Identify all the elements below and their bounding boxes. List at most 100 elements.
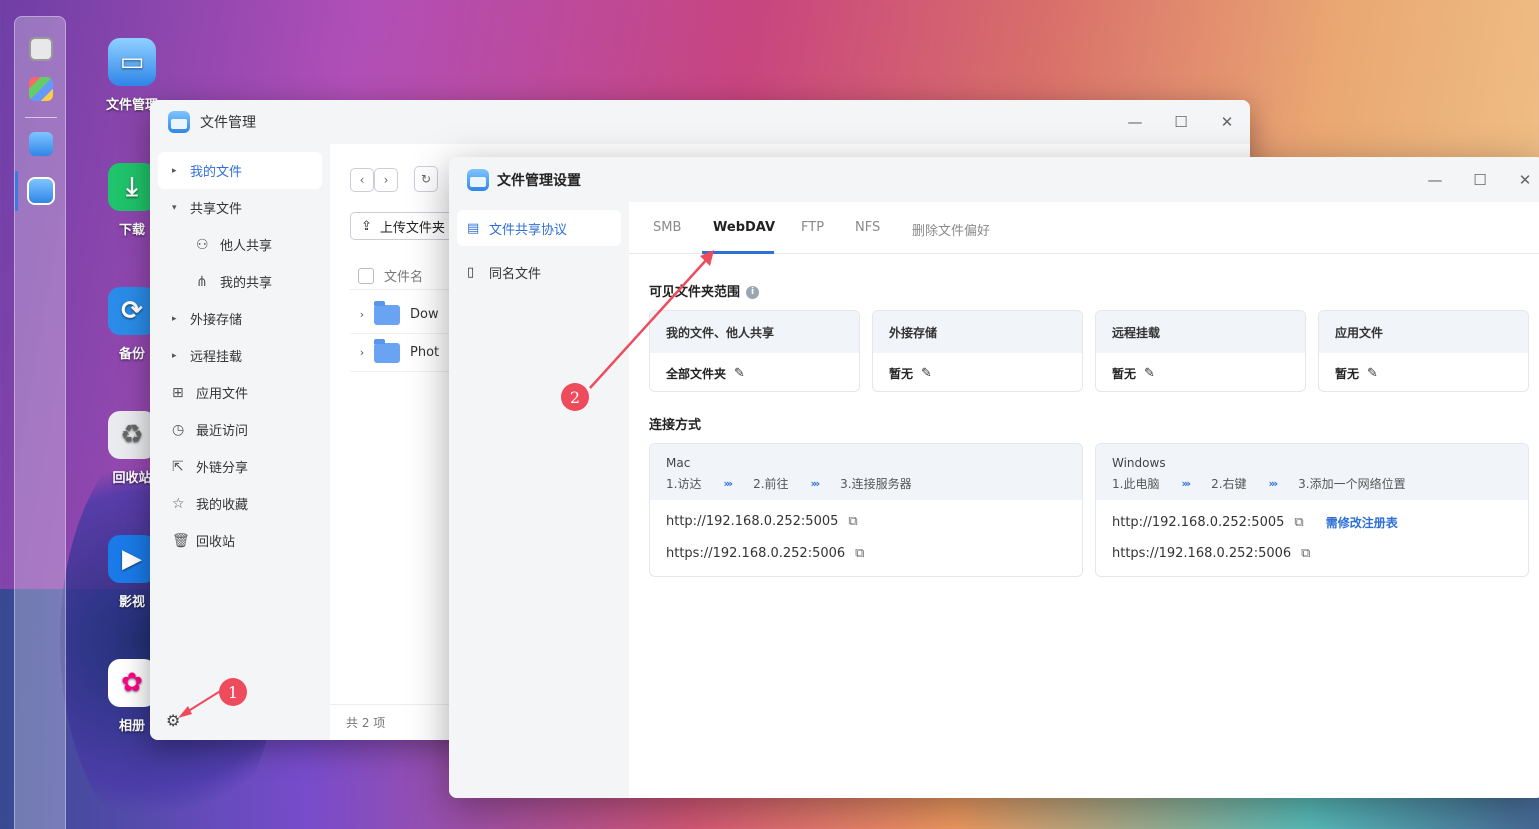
sidebar-item-shared-by-others[interactable]: ⚇ 他人共享 xyxy=(158,226,322,263)
close-button[interactable]: ✕ xyxy=(1204,100,1250,144)
caret-down-icon: ▾ xyxy=(172,202,177,213)
windows-https-url-row: https://192.168.0.252:5006 ⧉ xyxy=(1112,546,1310,561)
dock-separator xyxy=(25,117,57,118)
section-label: 可见文件夹范围 xyxy=(649,285,741,300)
edit-icon[interactable]: ✎ xyxy=(1144,366,1155,381)
chevrons-icon: ››› xyxy=(810,477,821,490)
forward-button[interactable]: › xyxy=(374,168,398,192)
sidebar-item-my-files[interactable]: ▸ 我的文件 xyxy=(158,152,322,189)
windows-connection-header: Windows 1.此电脑 ››› 2.右键 ››› 3.添加一个网络位置 xyxy=(1096,444,1528,500)
scope-card-app-files: 应用文件 暂无 ✎ xyxy=(1318,310,1529,392)
caret-right-icon: ▸ xyxy=(172,313,177,324)
upload-label: 上传文件夹 xyxy=(379,220,445,236)
document-icon: ▤ xyxy=(467,220,480,236)
edit-icon[interactable]: ✎ xyxy=(734,366,745,381)
windows-steps: 1.此电脑 ››› 2.右键 ››› 3.添加一个网络位置 xyxy=(1112,475,1512,492)
edit-icon[interactable]: ✎ xyxy=(1367,366,1378,381)
sidebar-item-recent[interactable]: ◷ 最近访问 xyxy=(158,411,322,448)
scope-card-value-row: 暂无 ✎ xyxy=(1096,353,1305,391)
grid-icon: ⊞ xyxy=(172,384,184,401)
tab-delete-preference[interactable]: 删除文件偏好 xyxy=(912,220,990,239)
select-all-checkbox[interactable] xyxy=(358,267,374,284)
copy-icon[interactable]: ⧉ xyxy=(848,514,857,529)
tab-webdav[interactable]: WebDAV xyxy=(713,220,775,235)
sidebar-item-label: 应用文件 xyxy=(196,387,249,402)
scope-card-header: 我的文件、他人共享 xyxy=(650,311,859,353)
file-name: Dow xyxy=(410,307,439,322)
file-settings-dock-icon[interactable] xyxy=(29,179,53,203)
file-manager-app-icon xyxy=(168,111,190,133)
url-text: http://192.168.0.252:5005 xyxy=(1112,515,1285,530)
app-grid-icon[interactable] xyxy=(29,77,53,101)
sidebar-item-my-shares[interactable]: ⋔ 我的共享 xyxy=(158,263,322,300)
refresh-button[interactable]: ↻ xyxy=(414,166,438,192)
sidebar-item-label: 外接存储 xyxy=(190,313,243,328)
settings-titlebar[interactable]: 文件管理设置 — ☐ ✕ xyxy=(449,157,1539,202)
os-name: Mac xyxy=(666,456,691,470)
close-button[interactable]: ✕ xyxy=(1502,157,1539,202)
url-text: http://192.168.0.252:5005 xyxy=(666,514,839,529)
chevrons-icon: ››› xyxy=(1268,477,1279,490)
trash-icon: 🗑 xyxy=(172,532,190,549)
mac-steps: 1.访达 ››› 2.前往 ››› 3.连接服务器 xyxy=(666,475,1066,492)
sidebar-item-app-files[interactable]: ⊞ 应用文件 xyxy=(158,374,322,411)
settings-gear-icon[interactable]: ⚙ xyxy=(166,711,180,730)
url-text: https://192.168.0.252:5006 xyxy=(1112,546,1292,561)
os-name: Windows xyxy=(1112,456,1166,470)
tab-smb[interactable]: SMB xyxy=(653,220,681,235)
tab-nfs[interactable]: NFS xyxy=(855,220,880,235)
sidebar-item-remote[interactable]: ▸ 远程挂载 xyxy=(158,337,322,374)
visible-scope-title: 可见文件夹范围 i xyxy=(649,281,760,300)
dock xyxy=(14,16,66,829)
share-icon: ⋔ xyxy=(196,273,208,290)
info-icon[interactable]: i xyxy=(746,286,760,299)
sidebar-item-label: 最近访问 xyxy=(196,424,249,439)
dock-active-indicator xyxy=(15,171,18,211)
minimize-button[interactable]: — xyxy=(1112,100,1158,144)
step-label: 3.连接服务器 xyxy=(840,477,912,491)
settings-main: SMB WebDAV FTP NFS 删除文件偏好 可见文件夹范围 i 我的文件、… xyxy=(629,202,1539,798)
step-label: 2.右键 xyxy=(1211,477,1247,491)
window-title: 文件管理 xyxy=(200,115,256,131)
mac-connection-card: Mac 1.访达 ››› 2.前往 ››› 3.连接服务器 http://192… xyxy=(649,443,1083,577)
maximize-button[interactable]: ☐ xyxy=(1457,157,1503,202)
nav-same-name-files[interactable]: ▯ 同名文件 xyxy=(457,254,621,290)
step-label: 1.此电脑 xyxy=(1112,477,1160,491)
copy-icon[interactable]: ⧉ xyxy=(1301,546,1310,561)
users-icon: ⚇ xyxy=(196,236,209,253)
file-manager-dock-icon[interactable] xyxy=(29,132,53,156)
sidebar-item-link-share[interactable]: ⇱ 外链分享 xyxy=(158,448,322,485)
nav-label: 同名文件 xyxy=(489,266,542,282)
registry-link[interactable]: 需修改注册表 xyxy=(1326,514,1398,531)
minimize-button[interactable]: — xyxy=(1412,157,1458,202)
backup-icon: ⟳ xyxy=(108,287,156,335)
folder-app-icon: ▭ xyxy=(108,38,156,86)
tab-ftp[interactable]: FTP xyxy=(801,220,824,235)
back-button[interactable]: ‹ xyxy=(350,168,374,192)
nav-file-sharing-protocol[interactable]: ▤ 文件共享协议 xyxy=(457,210,621,246)
edit-icon[interactable]: ✎ xyxy=(921,366,932,381)
upload-icon: ⇪ xyxy=(361,218,372,234)
photos-icon: ✿ xyxy=(108,659,156,707)
monitor-icon[interactable] xyxy=(29,37,53,61)
sidebar-item-external[interactable]: ▸ 外接存储 xyxy=(158,300,322,337)
connection-title: 连接方式 xyxy=(649,418,702,433)
sidebar-item-shared[interactable]: ▾ 共享文件 xyxy=(158,189,322,226)
file-icon: ▯ xyxy=(467,264,475,280)
mac-https-url-row: https://192.168.0.252:5006 ⧉ xyxy=(666,546,864,561)
sidebar-item-favorites[interactable]: ☆ 我的收藏 xyxy=(158,485,322,522)
sidebar-item-label: 外链分享 xyxy=(196,461,249,476)
scope-card-value: 暂无 xyxy=(1335,366,1360,381)
sidebar-item-trash[interactable]: 🗑 回收站 xyxy=(158,522,322,559)
star-icon: ☆ xyxy=(172,495,185,512)
copy-icon[interactable]: ⧉ xyxy=(1294,515,1303,530)
scope-card-value: 全部文件夹 xyxy=(666,366,727,381)
chevrons-icon: ››› xyxy=(1181,477,1191,490)
copy-icon[interactable]: ⧉ xyxy=(855,546,864,561)
expand-icon[interactable]: › xyxy=(350,308,374,321)
maximize-button[interactable]: ☐ xyxy=(1158,100,1204,144)
file-manager-sidebar: ▸ 我的文件 ▾ 共享文件 ⚇ 他人共享 ⋔ 我的共享 ▸ 外接存储 ▸ 远程挂载 ⊞ 应用文… xyxy=(150,144,330,740)
expand-icon[interactable]: › xyxy=(350,346,374,359)
file-manager-titlebar[interactable]: 文件管理 — ☐ ✕ xyxy=(150,100,1250,144)
mac-connection-header: Mac 1.访达 ››› 2.前往 ››› 3.连接服务器 xyxy=(650,444,1082,500)
